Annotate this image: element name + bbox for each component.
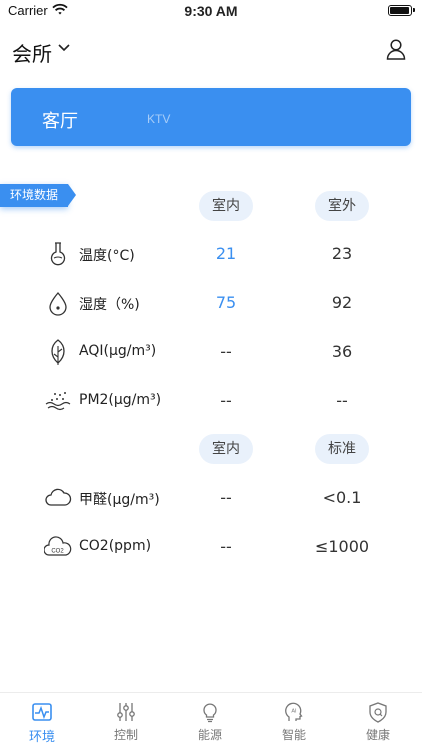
- standard-value: <0.1: [322, 488, 362, 507]
- tab-label: 环境: [28, 730, 55, 745]
- nav-bar: 会所: [0, 28, 422, 72]
- column-indoor-2: 室内: [199, 434, 253, 464]
- column-outdoor: 室外: [315, 191, 369, 221]
- tab-label: 控制: [113, 728, 138, 742]
- clock: 9:30 AM: [184, 3, 238, 19]
- indoor-value: --: [220, 342, 232, 361]
- tab-label: 健康: [365, 728, 390, 742]
- row-label: 湿度（%): [79, 297, 140, 313]
- svg-text:AI: AI: [291, 709, 297, 715]
- row-label: CO2(ppm): [79, 538, 152, 554]
- tab-smart[interactable]: AI 智能: [252, 693, 336, 750]
- indoor-value: 75: [215, 293, 237, 312]
- cloud-icon: [45, 488, 72, 506]
- place-selector[interactable]: 会所: [12, 38, 52, 67]
- svg-text:CO2: CO2: [51, 549, 64, 555]
- indoor-value: --: [220, 391, 232, 410]
- indoor-value: 21: [215, 244, 237, 263]
- room-tab-ktv[interactable]: KTV: [147, 112, 170, 126]
- tab-health[interactable]: 健康: [336, 693, 420, 750]
- indoor-value: --: [220, 488, 232, 507]
- row-formaldehyde: 甲醛(μg/m³) -- <0.1: [0, 482, 422, 514]
- tab-label: 智能: [281, 728, 306, 742]
- row-label: 甲醛(μg/m³): [79, 492, 160, 508]
- dust-icon: [45, 392, 71, 411]
- outdoor-value: --: [336, 391, 348, 410]
- chevron-down-icon[interactable]: [57, 40, 71, 54]
- ai-head-icon: AI: [285, 702, 303, 721]
- row-humidity: 湿度（%) 75 92: [0, 287, 422, 319]
- droplet-icon: [49, 292, 67, 316]
- battery-fill: [390, 7, 409, 14]
- tab-energy[interactable]: 能源: [168, 693, 252, 750]
- row-label: PM2(μg/m³): [79, 392, 162, 408]
- row-temperature: 温度(°C) 21 23: [0, 238, 422, 270]
- co2-icon: CO2: [44, 536, 72, 556]
- indoor-value: --: [220, 537, 232, 556]
- row-co2: CO2 CO2(ppm) -- ≤1000: [0, 531, 422, 563]
- outdoor-value: 23: [331, 244, 353, 263]
- tab-bar: 环境 控制 能源 AI 智能 健康: [0, 692, 422, 750]
- status-bar: Carrier 9:30 AM: [0, 0, 422, 24]
- leaf-icon: [51, 339, 65, 365]
- row-aqi: AQI(μg/m³) -- 36: [0, 336, 422, 368]
- row-pm2: PM2(μg/m³) -- --: [0, 385, 422, 417]
- column-standard: 标准: [315, 434, 369, 464]
- environment-data-tag: 环境数据: [0, 184, 77, 207]
- shield-icon: [369, 702, 387, 723]
- lightbulb-icon: [203, 703, 217, 723]
- standard-value: ≤1000: [314, 537, 370, 556]
- room-selector: 客厅 KTV: [11, 88, 411, 146]
- tab-control[interactable]: 控制: [84, 693, 168, 750]
- outdoor-value: 92: [331, 293, 353, 312]
- row-label: AQI(μg/m³): [79, 343, 157, 359]
- room-tab-active[interactable]: 客厅: [42, 107, 78, 133]
- battery-icon: [388, 5, 415, 16]
- sliders-icon: [117, 703, 135, 721]
- row-label: 温度(°C): [79, 248, 135, 264]
- thermometer-icon: [50, 242, 66, 266]
- user-icon[interactable]: [386, 38, 406, 60]
- pulse-monitor-icon: [32, 703, 52, 721]
- tab-label: 能源: [197, 728, 222, 742]
- column-indoor: 室内: [199, 191, 253, 221]
- outdoor-value: 36: [331, 342, 353, 361]
- tab-environment[interactable]: 环境: [0, 693, 84, 750]
